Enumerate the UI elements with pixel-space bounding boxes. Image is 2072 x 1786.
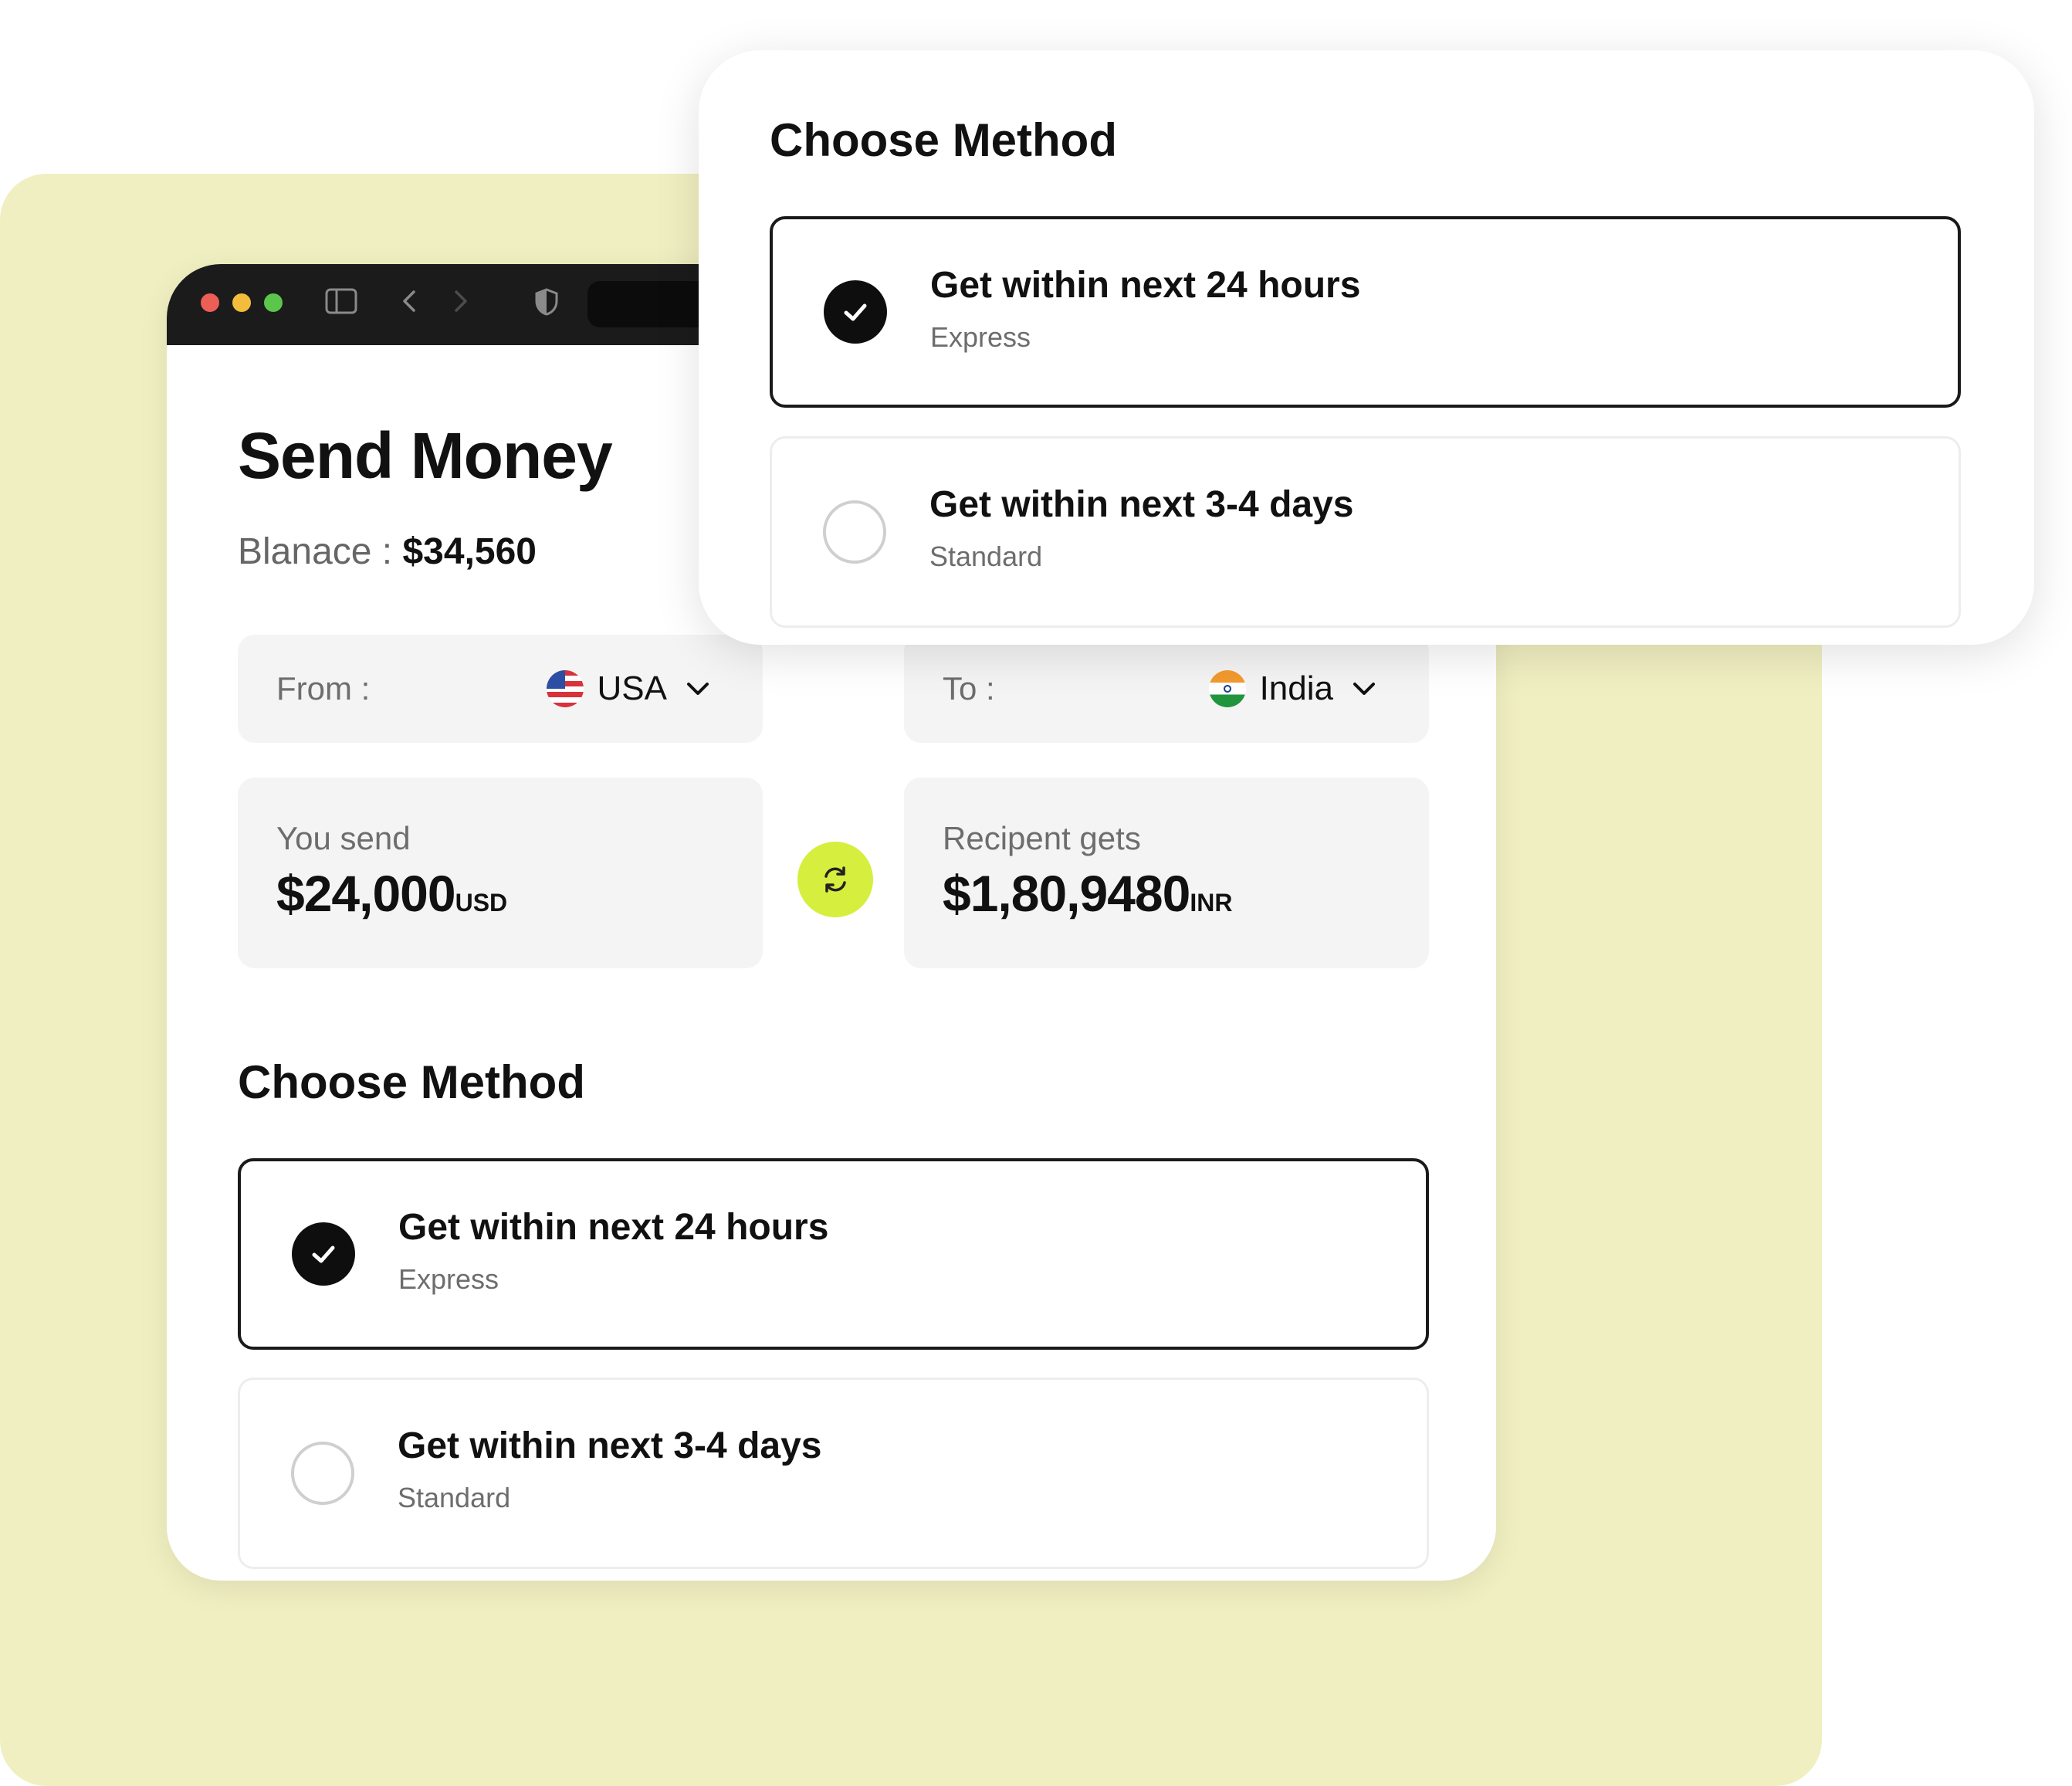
- radio-unchecked-icon[interactable]: [291, 1442, 354, 1505]
- maximize-window-button[interactable]: [264, 293, 283, 312]
- shield-icon[interactable]: [533, 287, 560, 324]
- from-country: USA: [597, 669, 667, 707]
- option-subtitle: Standard: [398, 1482, 511, 1513]
- to-country: India: [1259, 669, 1333, 707]
- option-title: Get within next 3-4 days: [398, 1425, 822, 1466]
- choose-method-popup: Choose Method Get within next 24 hours E…: [699, 50, 2034, 645]
- radio-checked-icon[interactable]: [824, 280, 887, 344]
- to-label: To :: [943, 670, 995, 707]
- option-subtitle: Standard: [929, 541, 1043, 572]
- receive-label: Recipent gets: [943, 820, 1141, 856]
- sidebar-toggle-icon[interactable]: [325, 287, 357, 322]
- page-title: Send Money: [238, 419, 613, 492]
- option-title: Get within next 3-4 days: [929, 484, 1354, 525]
- send-label: You send: [276, 820, 411, 856]
- send-amount-field[interactable]: You send $24,000USD: [238, 778, 763, 968]
- method-option-standard[interactable]: Get within next 3-4 days Standard: [238, 1378, 1429, 1569]
- forward-arrow-icon[interactable]: [449, 287, 472, 322]
- send-currency: USD: [455, 889, 508, 917]
- method-option-express[interactable]: Get within next 24 hours Express: [238, 1158, 1429, 1350]
- chevron-down-icon: [1353, 683, 1375, 695]
- india-flag-icon: [1208, 670, 1246, 707]
- balance-text: Blanace : $34,560: [238, 530, 537, 573]
- send-amount: $24,000USD: [276, 865, 508, 922]
- popup-option-express[interactable]: Get within next 24 hours Express: [770, 216, 1961, 408]
- popup-option-standard[interactable]: Get within next 3-4 days Standard: [770, 436, 1961, 628]
- radio-unchecked-icon[interactable]: [823, 500, 886, 564]
- popup-title: Choose Method: [770, 114, 1117, 166]
- from-label: From :: [276, 670, 371, 707]
- back-arrow-icon[interactable]: [398, 287, 422, 322]
- option-title: Get within next 24 hours: [930, 265, 1361, 306]
- swap-icon: [824, 866, 846, 893]
- close-window-button[interactable]: [201, 293, 219, 312]
- radio-checked-icon[interactable]: [292, 1222, 355, 1286]
- minimize-window-button[interactable]: [232, 293, 251, 312]
- option-subtitle: Express: [398, 1263, 499, 1295]
- option-title: Get within next 24 hours: [398, 1207, 829, 1248]
- option-subtitle: Express: [930, 321, 1031, 353]
- receive-amount-field[interactable]: Recipent gets $1,80,9480INR: [904, 778, 1429, 968]
- balance-value: $34,560: [402, 531, 537, 572]
- us-flag-icon: [546, 670, 584, 707]
- swap-currency-button[interactable]: [797, 842, 873, 917]
- chevron-down-icon: [687, 683, 709, 695]
- from-country-select[interactable]: From : USA: [238, 635, 763, 743]
- receive-currency: INR: [1190, 889, 1233, 917]
- to-country-select[interactable]: To : India: [904, 635, 1429, 743]
- receive-amount: $1,80,9480INR: [943, 865, 1233, 922]
- choose-method-title: Choose Method: [238, 1056, 585, 1108]
- balance-label: Blanace :: [238, 531, 393, 572]
